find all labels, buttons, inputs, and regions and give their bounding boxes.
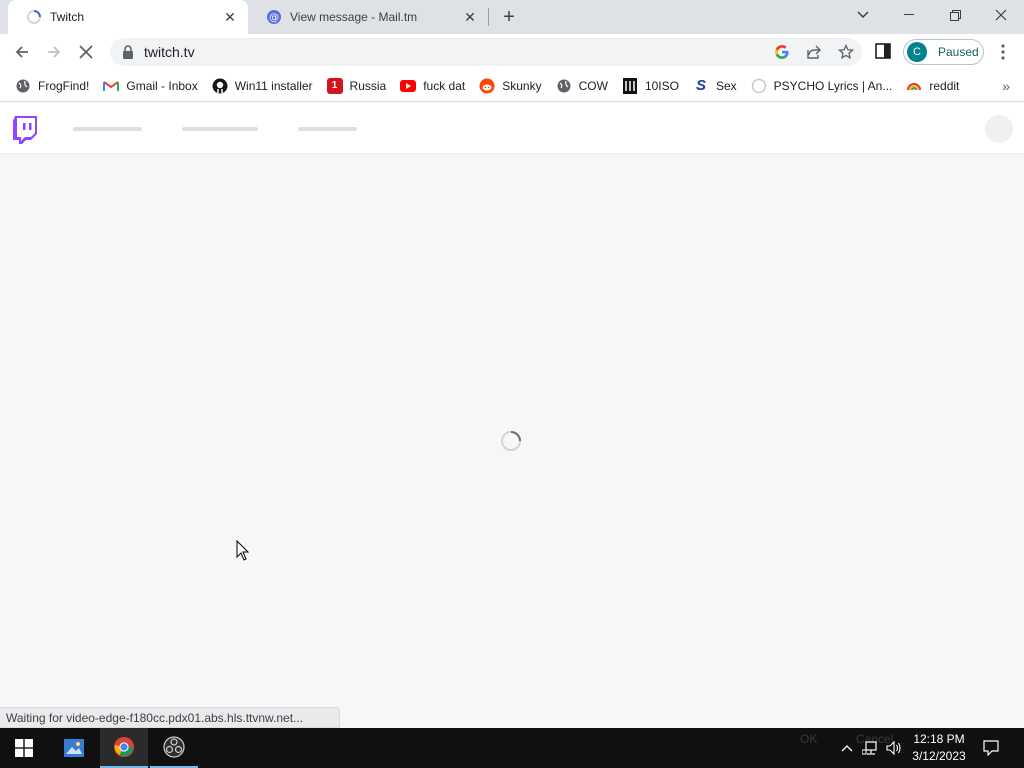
- nav-skeleton-following: [73, 127, 142, 131]
- volume-icon[interactable]: [884, 728, 904, 768]
- loading-spinner-icon: [500, 430, 522, 452]
- new-tab-button[interactable]: +: [498, 6, 520, 28]
- reddit-icon: [479, 78, 495, 94]
- google-icon[interactable]: [772, 43, 792, 61]
- twitch-top-nav: [0, 103, 1024, 153]
- bookmark-label: PSYCHO Lyrics | An...: [773, 78, 893, 93]
- forward-button[interactable]: [40, 38, 68, 66]
- tab-title: View message - Mail.tm: [290, 10, 418, 24]
- avatar-placeholder: [985, 115, 1013, 143]
- close-window-button[interactable]: [978, 0, 1024, 30]
- start-button[interactable]: [0, 728, 48, 768]
- bookmark-label: COW: [578, 78, 608, 93]
- bookmark-label: 10ISO: [644, 78, 679, 93]
- bookmark-label: FrogFind!: [38, 78, 90, 93]
- browser-toolbar: twitch.tv C Paused: [0, 34, 1024, 70]
- page-content: Waiting for video-edge-f180cc.pdx01.abs.…: [0, 103, 1024, 728]
- nav-skeleton-more: [298, 127, 357, 131]
- clock-time: 12:18 PM: [913, 732, 965, 746]
- mailtm-at-icon: @: [266, 9, 282, 25]
- bookmark-label: reddit: [929, 78, 960, 93]
- mouse-cursor-icon: [236, 539, 250, 562]
- bookmark-label: Gmail - Inbox: [126, 78, 198, 93]
- globe-icon: [556, 78, 572, 94]
- tab-twitch[interactable]: Twitch ✕: [8, 0, 248, 34]
- tab-strip: Twitch ✕ @ View message - Mail.tm ✕ +: [0, 0, 1024, 34]
- bookmark-youtube[interactable]: fuck dat: [393, 73, 472, 99]
- loading-icon: [26, 9, 42, 25]
- bookmark-label: Win11 installer: [234, 78, 313, 93]
- bookmark-win11-installer[interactable]: Win11 installer: [205, 73, 320, 99]
- bookmark-psycho-lyrics[interactable]: PSYCHO Lyrics | An...: [744, 73, 900, 99]
- status-bubble: Waiting for video-edge-f180cc.pdx01.abs.…: [0, 707, 340, 728]
- tab-search-icon[interactable]: [840, 0, 886, 30]
- circle-icon: [751, 78, 767, 94]
- bookmark-10iso[interactable]: 10ISO: [615, 73, 686, 99]
- bookmark-cow[interactable]: COW: [549, 73, 615, 99]
- side-panel-icon[interactable]: [874, 42, 894, 62]
- bookmark-skunky[interactable]: Skunky: [472, 73, 548, 99]
- photos-app-icon[interactable]: [50, 728, 98, 768]
- share-icon[interactable]: [804, 43, 824, 61]
- nav-skeleton-browse: [182, 127, 258, 131]
- notifications-icon[interactable]: [980, 728, 1002, 768]
- bookmark-reddit[interactable]: reddit: [899, 73, 966, 99]
- chrome-app-icon[interactable]: [100, 728, 148, 768]
- bookmark-label: Russia: [349, 78, 387, 93]
- address-bar[interactable]: twitch.tv: [110, 38, 862, 66]
- lock-icon[interactable]: [122, 45, 134, 59]
- bookmark-frogfind[interactable]: FrogFind!: [8, 73, 96, 99]
- windows-taskbar: OK Cancel 12:18 PM 3/12/2023: [0, 728, 1024, 768]
- bookmarks-bar: FrogFind! Gmail - Inbox Win11 installer …: [0, 70, 1024, 102]
- profile-button[interactable]: C Paused: [903, 39, 984, 65]
- globe-icon: [15, 78, 31, 94]
- stop-loading-button[interactable]: [72, 38, 100, 66]
- obs-app-icon[interactable]: [150, 728, 198, 768]
- s-logo-icon: S: [695, 77, 706, 94]
- tab-separator: [488, 8, 489, 26]
- avatar: C: [907, 42, 927, 62]
- bookmark-label: Sex: [715, 78, 737, 93]
- more-menu-icon[interactable]: [994, 40, 1012, 64]
- svg-text:@: @: [269, 13, 279, 24]
- bookmark-sex[interactable]: S Sex: [686, 73, 744, 99]
- rainbow-icon: [906, 78, 922, 94]
- ghost-ok-label: OK: [800, 732, 818, 746]
- bookmark-gmail[interactable]: Gmail - Inbox: [96, 73, 204, 99]
- tab-title: Twitch: [50, 10, 85, 24]
- restore-button[interactable]: [932, 0, 978, 30]
- red-square-icon: 1: [326, 77, 343, 94]
- youtube-icon: [400, 78, 417, 94]
- url-text[interactable]: twitch.tv: [144, 44, 195, 60]
- building-icon: [622, 77, 638, 94]
- github-icon: [212, 78, 228, 94]
- minimize-button[interactable]: [886, 0, 932, 30]
- more-bookmarks-button[interactable]: »: [1002, 74, 1010, 98]
- close-tab-icon[interactable]: ✕: [222, 9, 238, 25]
- back-button[interactable]: [8, 38, 36, 66]
- bookmark-label: Skunky: [502, 78, 542, 93]
- tab-mail[interactable]: @ View message - Mail.tm ✕: [248, 0, 488, 34]
- network-icon[interactable]: [860, 728, 882, 768]
- bookmark-star-icon[interactable]: [836, 43, 856, 61]
- profile-status: Paused: [938, 45, 979, 59]
- system-clock[interactable]: 12:18 PM 3/12/2023: [906, 731, 972, 765]
- twitch-logo-icon[interactable]: [12, 116, 38, 144]
- clock-date: 3/12/2023: [912, 749, 966, 763]
- close-tab-icon[interactable]: ✕: [462, 9, 478, 25]
- bookmark-russia[interactable]: 1 Russia: [320, 73, 394, 99]
- bookmark-label: fuck dat: [423, 78, 466, 93]
- gmail-icon: [103, 78, 120, 94]
- show-hidden-icons-icon[interactable]: [838, 728, 856, 768]
